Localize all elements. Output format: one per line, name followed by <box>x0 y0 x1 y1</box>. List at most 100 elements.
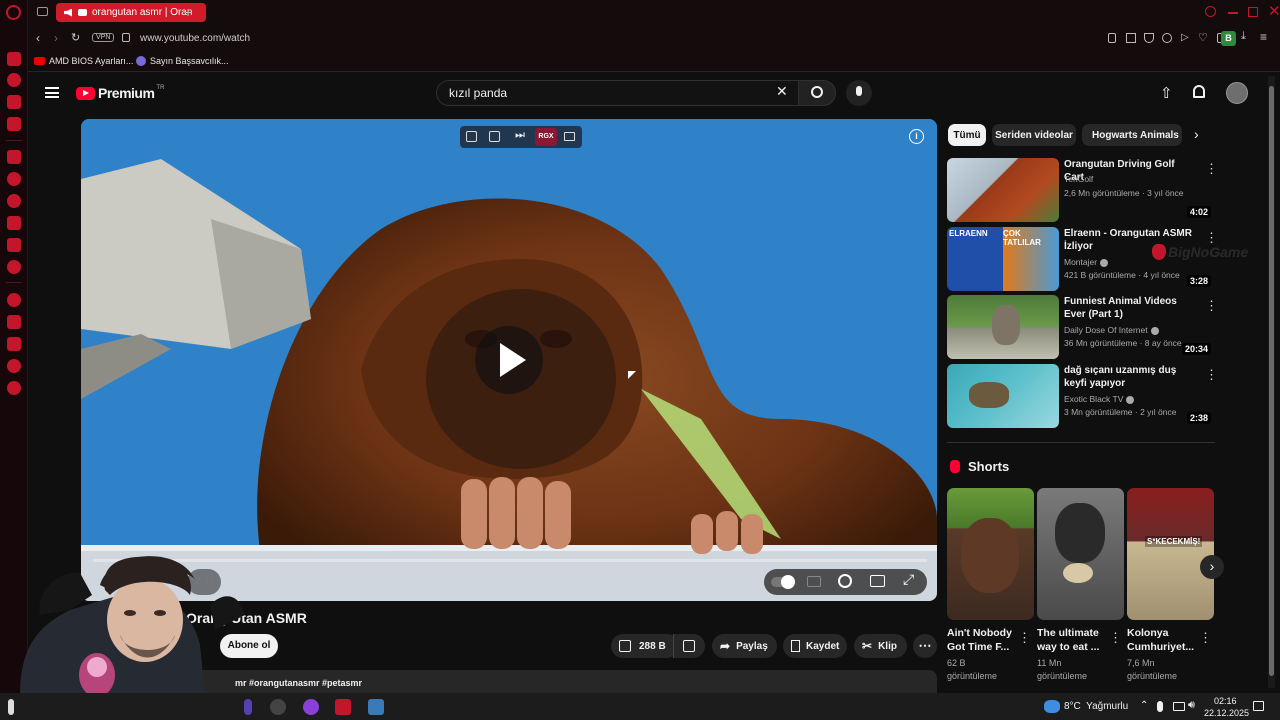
notification-center-icon[interactable] <box>1253 701 1264 711</box>
voice-search-button[interactable] <box>846 80 872 106</box>
url-field[interactable]: www.youtube.com/watch <box>140 33 250 44</box>
short-thumbnail-1[interactable] <box>947 488 1034 620</box>
short-title[interactable]: Kolonya Cumhuriyet... <box>1127 626 1207 654</box>
messenger-icon[interactable] <box>7 172 21 186</box>
network-icon[interactable] <box>1173 702 1185 711</box>
heart-icon[interactable]: ♡ <box>1198 31 1208 44</box>
more-options-icon[interactable]: ⋮ <box>1018 630 1031 646</box>
hamburger-menu-icon[interactable] <box>45 87 59 98</box>
whatsapp-icon[interactable] <box>7 194 21 208</box>
clip-button[interactable]: ✂ Klip <box>854 634 907 658</box>
more-options-icon[interactable]: ⋮ <box>1109 630 1122 646</box>
workspace-icon[interactable] <box>37 7 48 16</box>
subtitles-icon[interactable] <box>807 576 821 587</box>
opera-gx-taskbar-icon[interactable] <box>335 699 351 715</box>
heart-icon[interactable] <box>7 337 21 351</box>
vpn-badge[interactable]: VPN <box>92 33 115 42</box>
search-button[interactable] <box>798 80 836 106</box>
like-button[interactable]: 288 B <box>611 634 679 658</box>
cast-icon[interactable] <box>564 132 575 141</box>
more-options-icon[interactable]: ⋮ <box>1199 630 1212 646</box>
close-button[interactable]: ✕ <box>1268 2 1280 20</box>
search-tabs-icon[interactable] <box>1205 6 1216 17</box>
play-ext-icon[interactable]: ▷ <box>1181 32 1189 43</box>
clear-search-icon[interactable]: ✕ <box>776 83 788 100</box>
rgx-button[interactable]: RGX <box>535 128 557 146</box>
maximize-button[interactable] <box>1248 7 1258 17</box>
notifications-bell-icon[interactable] <box>1193 85 1205 98</box>
dislike-button[interactable] <box>673 634 705 658</box>
more-actions-button[interactable]: ⋯ <box>913 634 937 658</box>
play-button[interactable] <box>475 326 543 394</box>
person-icon[interactable] <box>7 73 21 87</box>
twitch-icon[interactable] <box>7 117 21 131</box>
discord-icon[interactable] <box>7 238 21 252</box>
skip-icon[interactable]: ⏭ <box>515 129 525 142</box>
shorts-next-button[interactable]: › <box>1200 555 1224 579</box>
info-icon[interactable]: i <box>909 129 924 144</box>
trophy-icon[interactable] <box>7 95 21 109</box>
speaker-icon[interactable] <box>64 8 72 17</box>
exit-icon[interactable] <box>489 131 500 142</box>
taskbar-app-icon[interactable] <box>244 699 252 715</box>
settings-gear-icon[interactable] <box>838 574 852 588</box>
volume-icon[interactable]: 🔊︎ <box>1188 699 1195 712</box>
arrow-icon[interactable] <box>7 150 21 164</box>
start-icon[interactable] <box>8 699 14 715</box>
rec-thumbnail[interactable] <box>947 158 1059 222</box>
short-thumbnail-2[interactable] <box>1037 488 1124 620</box>
share-button[interactable]: ➦ Paylaş <box>712 634 777 658</box>
rec-channel[interactable]: Montajer <box>1064 257 1109 267</box>
menu-icon[interactable]: ≡ <box>1260 30 1267 44</box>
upload-icon[interactable]: ⇧ <box>1160 84 1173 102</box>
tray-chevron-icon[interactable]: ⌃ <box>1140 700 1148 711</box>
forward-icon[interactable]: › <box>54 31 58 45</box>
popup-icon[interactable] <box>466 131 477 142</box>
recommendation-3[interactable]: 20:34 Funniest Animal Videos Ever (Part … <box>947 295 1218 359</box>
taskbar-app-icon[interactable] <box>270 699 286 715</box>
bookmark-amd[interactable]: AMD BIOS Ayarları... <box>34 56 133 66</box>
chip-all[interactable]: Tümü <box>948 124 986 146</box>
weather-text[interactable]: 8°C Yağmurlu <box>1064 701 1128 712</box>
fullscreen-icon[interactable]: ⤢ <box>903 571 914 588</box>
cube-icon[interactable] <box>7 315 21 329</box>
rec-title[interactable]: dağ sıçanı uzanmış duş keyfi yapıyor <box>1064 364 1194 390</box>
settings-icon[interactable] <box>7 381 21 395</box>
more-options-icon[interactable]: ⋮ <box>1205 299 1218 313</box>
pin-icon[interactable] <box>1108 33 1116 43</box>
chip-series[interactable]: Seriden videolar <box>992 124 1076 146</box>
taskbar-app-icon[interactable] <box>368 699 384 715</box>
rec-channel[interactable]: Exotic Black TV <box>1064 394 1135 404</box>
youtube-logo[interactable]: Premium TR <box>76 85 164 101</box>
snapshot-icon[interactable] <box>1126 33 1136 43</box>
clock-time[interactable]: 02:16 <box>1214 696 1237 706</box>
minimize-button[interactable] <box>1228 12 1238 14</box>
rec-thumbnail[interactable] <box>947 364 1059 428</box>
rec-title[interactable]: Funniest Animal Videos Ever (Part 1) <box>1064 295 1194 321</box>
clock-icon[interactable] <box>7 293 21 307</box>
recommendation-1[interactable]: 4:02 Orangutan Driving Golf Cart TenGolf… <box>947 158 1218 222</box>
bookmark-bassavcilik[interactable]: Sayın Başsavcılık... <box>136 56 229 66</box>
rec-thumbnail[interactable] <box>947 295 1059 359</box>
extension-badge[interactable]: B <box>1221 31 1236 46</box>
video-player[interactable]: ⏭ RGX i ⤢ 2:43 <box>81 119 937 601</box>
chip-hogwarts[interactable]: Hogwarts Animals ad <box>1082 124 1182 146</box>
instagram-icon[interactable] <box>7 216 21 230</box>
history-icon[interactable] <box>7 260 21 274</box>
shield-icon[interactable] <box>1144 33 1154 43</box>
autoplay-toggle[interactable] <box>771 575 795 589</box>
avatar[interactable] <box>1226 82 1248 104</box>
new-tab-button[interactable]: + <box>184 4 192 20</box>
back-icon[interactable]: ‹ <box>36 31 40 45</box>
more-options-icon[interactable]: ⋮ <box>1205 368 1218 382</box>
aria-icon[interactable] <box>7 52 21 66</box>
more-options-icon[interactable]: ⋮ <box>1205 231 1218 245</box>
weather-icon[interactable] <box>1044 700 1060 713</box>
chips-next-icon[interactable]: › <box>1194 126 1199 142</box>
clock-date[interactable]: 22.12.2025 <box>1204 708 1249 718</box>
recommendation-4[interactable]: 2:38 dağ sıçanı uzanmış duş keyfi yapıyo… <box>947 364 1218 428</box>
microphone-tray-icon[interactable] <box>1157 701 1163 712</box>
short-title[interactable]: The ultimate way to eat ... <box>1037 626 1117 654</box>
theater-mode-icon[interactable] <box>870 575 885 587</box>
save-button[interactable]: Kaydet <box>783 634 847 658</box>
